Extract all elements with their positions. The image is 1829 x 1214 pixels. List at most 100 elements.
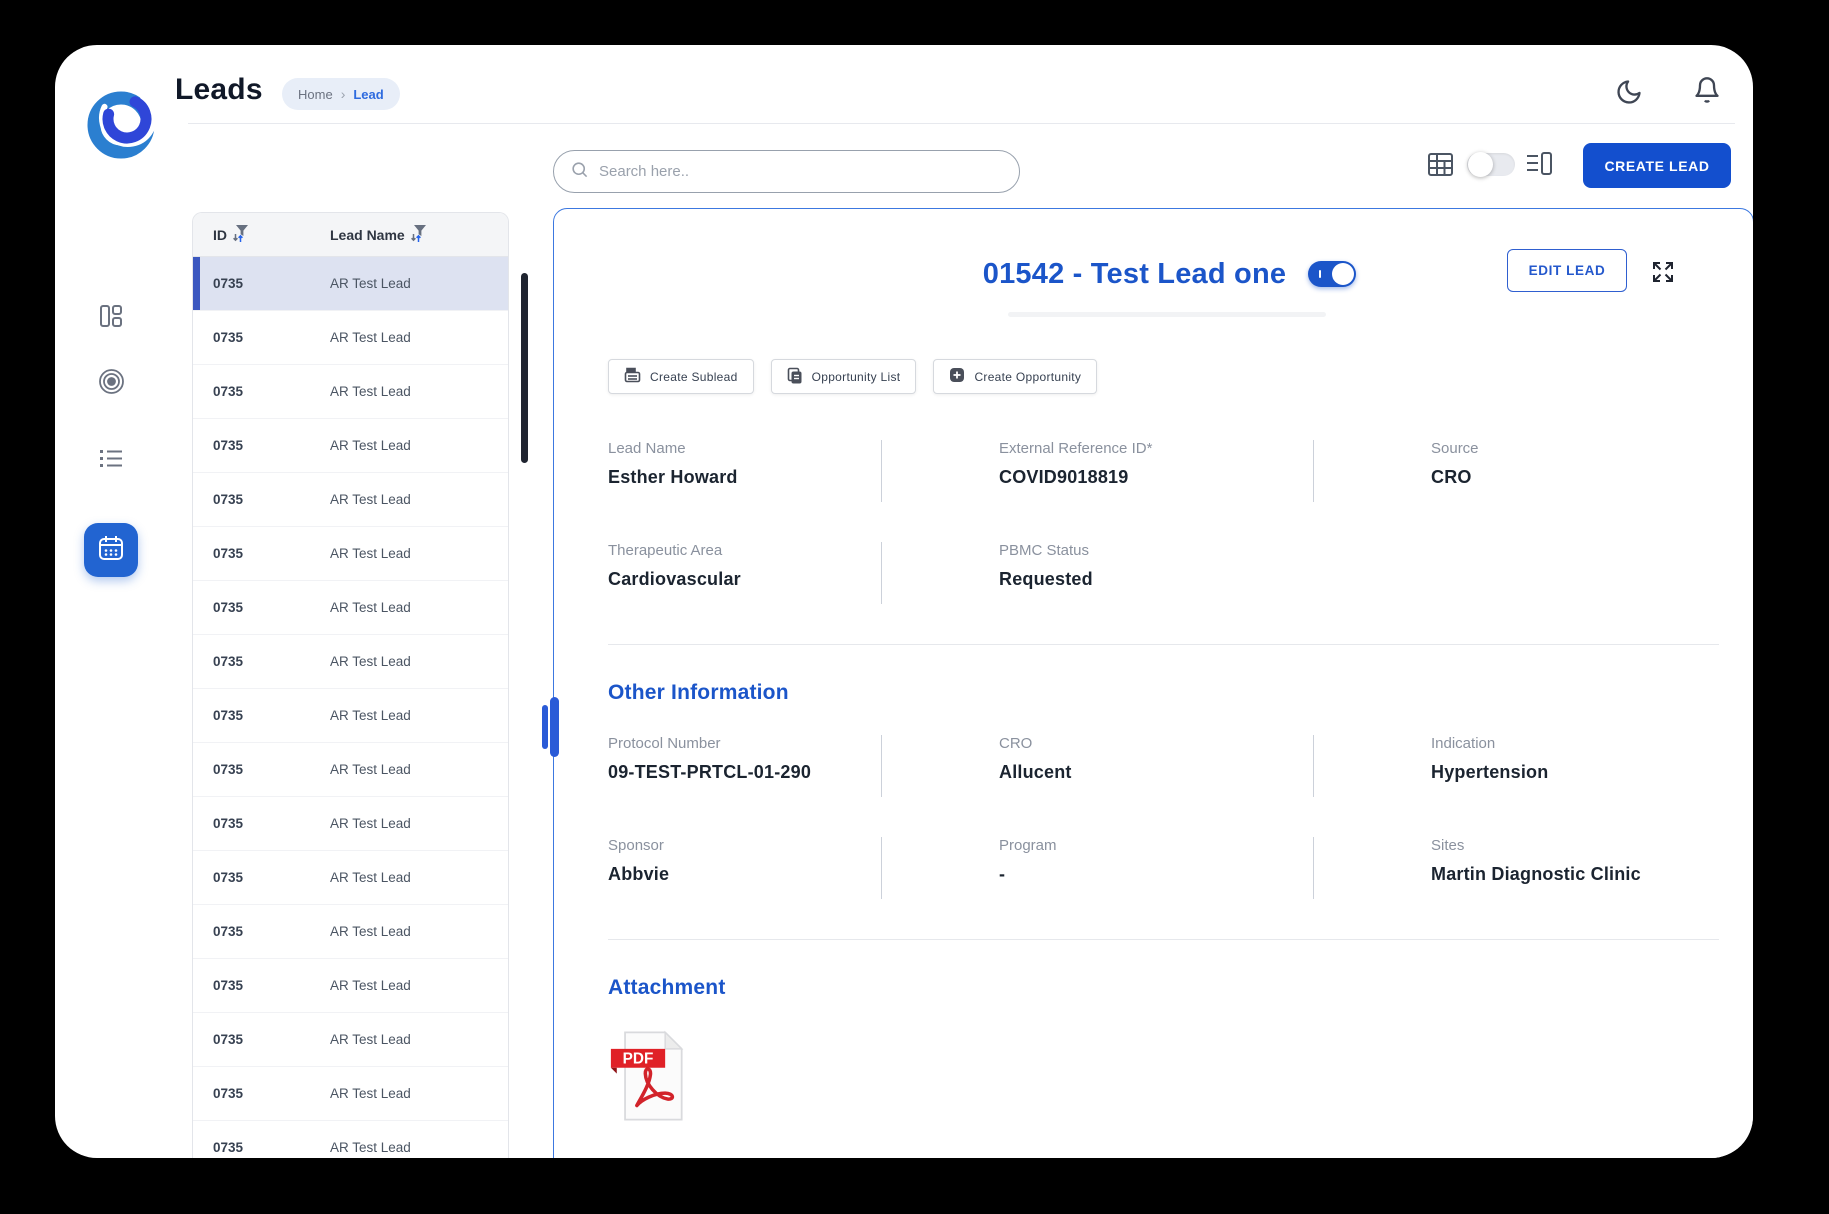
- row-id: 0735: [193, 1086, 330, 1101]
- row-lead-name: AR Test Lead: [330, 276, 411, 291]
- row-lead-name: AR Test Lead: [330, 816, 411, 831]
- table-row[interactable]: 0735AR Test Lead: [193, 1013, 508, 1067]
- expand-icon: [1651, 271, 1675, 288]
- sublead-card-icon: [624, 367, 641, 386]
- row-id: 0735: [193, 708, 330, 723]
- field: IndicationHypertension: [1313, 735, 1731, 797]
- notifications-button[interactable]: [1693, 76, 1721, 104]
- field-label: External Reference ID*: [999, 440, 1313, 457]
- opportunity-list-button[interactable]: Opportunity List: [771, 359, 917, 394]
- moon-icon: [1615, 93, 1643, 110]
- table-row[interactable]: 0735AR Test Lead: [193, 365, 508, 419]
- row-id: 0735: [193, 492, 330, 507]
- table-row[interactable]: 0735AR Test Lead: [193, 635, 508, 689]
- list-detail-view-icon: [1525, 164, 1553, 181]
- table-row[interactable]: 0735AR Test Lead: [193, 473, 508, 527]
- filter-sort-icon[interactable]: [410, 224, 427, 246]
- breadcrumb: Home › Lead: [282, 78, 400, 110]
- other-info-grid: Protocol Number09-TEST-PRTCL-01-290CROAl…: [608, 735, 1731, 899]
- app-logo[interactable]: [87, 87, 159, 159]
- row-id: 0735: [193, 330, 330, 345]
- bell-icon: [1693, 91, 1721, 108]
- section-divider: [608, 939, 1719, 940]
- table-row[interactable]: 0735AR Test Lead: [193, 257, 508, 311]
- table-row[interactable]: 0735AR Test Lead: [193, 581, 508, 635]
- field-value: Hypertension: [1431, 762, 1731, 783]
- row-id: 0735: [193, 870, 330, 885]
- toggle-knob: [1332, 263, 1354, 285]
- lead-table: ID Lead Name: [192, 212, 509, 1158]
- table-row[interactable]: 0735AR Test Lead: [193, 797, 508, 851]
- list-detail-view-button[interactable]: [1525, 151, 1553, 177]
- row-id: 0735: [193, 546, 330, 561]
- sidebar: [55, 45, 167, 1158]
- field: Therapeutic AreaCardiovascular: [608, 542, 881, 604]
- field-label: Source: [1431, 440, 1731, 457]
- attachment-heading: Attachment: [608, 976, 1731, 1000]
- col-header-id[interactable]: ID: [213, 227, 227, 243]
- field: Lead NameEsther Howard: [608, 440, 881, 502]
- view-toggle[interactable]: [1467, 153, 1515, 176]
- field-label: Sponsor: [608, 837, 881, 854]
- breadcrumb-current: Lead: [353, 87, 383, 102]
- table-row[interactable]: 0735AR Test Lead: [193, 743, 508, 797]
- create-opportunity-button[interactable]: Create Opportunity: [933, 359, 1097, 394]
- table-row[interactable]: 0735AR Test Lead: [193, 419, 508, 473]
- section-divider: [608, 644, 1719, 645]
- calendar-icon: [97, 534, 125, 567]
- panel-resize-handle[interactable]: [542, 697, 559, 757]
- table-row[interactable]: 0735AR Test Lead: [193, 905, 508, 959]
- sidebar-item-target[interactable]: [96, 369, 126, 399]
- sidebar-item-list[interactable]: [96, 445, 126, 475]
- page-title: Leads: [175, 73, 263, 107]
- field-label: Lead Name: [608, 440, 881, 457]
- row-lead-name: AR Test Lead: [330, 1032, 411, 1047]
- lead-status-toggle[interactable]: [1308, 261, 1356, 287]
- sidebar-item-calendar[interactable]: [84, 523, 138, 577]
- search-input[interactable]: [599, 163, 1003, 180]
- edit-lead-button[interactable]: EDIT LEAD: [1507, 249, 1627, 292]
- basic-fields-grid: Lead NameEsther Howard External Reference…: [608, 440, 1731, 604]
- table-row[interactable]: 0735AR Test Lead: [193, 851, 508, 905]
- breadcrumb-home[interactable]: Home: [298, 87, 333, 102]
- col-header-lead-name[interactable]: Lead Name: [330, 227, 405, 243]
- table-row[interactable]: 0735AR Test Lead: [193, 1067, 508, 1121]
- attachment-file[interactable]: PDF: [608, 1030, 694, 1122]
- field: CROAllucent: [881, 735, 1313, 797]
- row-lead-name: AR Test Lead: [330, 546, 411, 561]
- lead-title: 01542 - Test Lead one: [983, 258, 1286, 291]
- breadcrumb-separator: ›: [341, 86, 346, 102]
- row-id: 0735: [193, 762, 330, 777]
- row-lead-name: AR Test Lead: [330, 600, 411, 615]
- row-lead-name: AR Test Lead: [330, 438, 411, 453]
- create-sublead-button[interactable]: Create Sublead: [608, 359, 754, 394]
- field: Program-: [881, 837, 1313, 899]
- row-lead-name: AR Test Lead: [330, 1086, 411, 1101]
- table-row[interactable]: 0735AR Test Lead: [193, 959, 508, 1013]
- dark-mode-button[interactable]: [1615, 78, 1643, 106]
- table-row[interactable]: 0735AR Test Lead: [193, 1121, 508, 1158]
- field-label: Program: [999, 837, 1313, 854]
- table-row[interactable]: 0735AR Test Lead: [193, 311, 508, 365]
- row-lead-name: AR Test Lead: [330, 330, 411, 345]
- filter-sort-icon[interactable]: [232, 224, 249, 246]
- row-id: 0735: [193, 1140, 330, 1155]
- table-view-button[interactable]: [1427, 152, 1455, 178]
- sidebar-item-dashboard[interactable]: [96, 303, 126, 333]
- row-id: 0735: [193, 1032, 330, 1047]
- expand-button[interactable]: [1651, 260, 1675, 284]
- table-scrollbar[interactable]: [521, 273, 528, 463]
- table-row[interactable]: 0735AR Test Lead: [193, 689, 508, 743]
- row-lead-name: AR Test Lead: [330, 978, 411, 993]
- field-value: Martin Diagnostic Clinic: [1431, 864, 1731, 885]
- pdf-file-icon: PDF: [608, 1109, 694, 1126]
- field-value: Allucent: [999, 762, 1313, 783]
- row-lead-name: AR Test Lead: [330, 654, 411, 669]
- table-row[interactable]: 0735AR Test Lead: [193, 527, 508, 581]
- row-lead-name: AR Test Lead: [330, 762, 411, 777]
- row-id: 0735: [193, 438, 330, 453]
- row-lead-name: AR Test Lead: [330, 384, 411, 399]
- plus-square-icon: [949, 367, 965, 386]
- create-lead-button[interactable]: CREATE LEAD: [1583, 143, 1731, 188]
- app-window: Leads Home › Lead: [55, 45, 1753, 1158]
